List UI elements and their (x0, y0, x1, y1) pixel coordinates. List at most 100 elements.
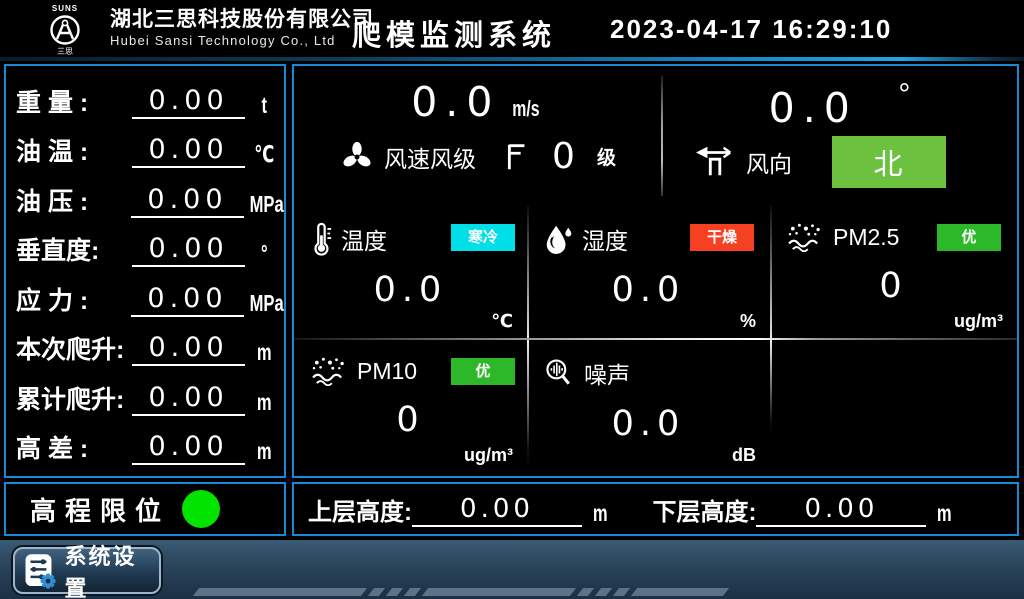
wind-direction-reading: 0.0 ° (662, 78, 1017, 132)
temperature-cell: 温度 寒冷 0.0 ℃ (294, 206, 527, 338)
sensor-label: 垂直度: (16, 231, 132, 267)
temperature-unit: ℃ (491, 311, 513, 332)
lower-height-label: 下层高度: (652, 492, 756, 527)
sensor-value: 0.00 (132, 134, 246, 168)
sensor-row: 重 量 : 0.00 t (6, 75, 284, 119)
lower-height-group: 下层高度: 0.00 m (652, 492, 954, 527)
humidity-value: 0.0 (527, 270, 770, 310)
sensor-unit: m (251, 389, 279, 416)
sensor-value: 0.00 (132, 332, 246, 366)
sensor-unit: ℃ (251, 141, 279, 168)
upper-height-group: 上层高度: 0.00 m (308, 492, 610, 527)
pm25-unit: ug/m³ (954, 311, 1003, 332)
droplet-icon (543, 223, 573, 255)
header-divider (0, 57, 1024, 61)
elevation-limit-label: 高程限位 (30, 491, 170, 528)
sensor-label: 本次爬升: (16, 330, 132, 366)
humidity-label: 湿度 (582, 222, 628, 256)
company-name-en: Hubei Sansi Technology Co., Ltd (110, 34, 374, 48)
sensor-label: 累计爬升: (16, 380, 132, 416)
elevation-limit-indicator (182, 490, 220, 528)
wind-direction-label: 风向 (746, 145, 792, 179)
wind-direction-unit: ° (898, 78, 910, 111)
dust-icon (310, 356, 348, 386)
sensor-unit: m (251, 339, 279, 366)
sensor-row: 垂直度: 0.00 ° (6, 223, 284, 267)
sensor-panel: 重 量 : 0.00 t 油 温 : 0.00 ℃ 油 压 : 0.00 MPa… (4, 64, 286, 478)
noise-value: 0.0 (527, 404, 770, 444)
dust-icon (786, 222, 824, 252)
sensor-label: 应 力 : (16, 281, 131, 317)
sensor-label: 高 差 : (16, 429, 132, 465)
gear-icon (41, 573, 56, 588)
grid-vertical-divider (770, 340, 772, 435)
wind-level-value: 0 (552, 136, 575, 177)
upper-height-value: 0.00 (412, 494, 582, 527)
taskbar-stripe-decoration (196, 588, 726, 596)
sensor-value: 0.00 (132, 233, 246, 267)
system-settings-button[interactable]: 系统设置 (13, 547, 161, 594)
sensor-value: 0.00 (132, 382, 246, 416)
pm10-value: 0 (294, 400, 527, 440)
humidity-status-badge: 干燥 (690, 224, 754, 251)
sensor-row: 本次爬升: 0.00 m (6, 322, 284, 366)
monitor-screen: SUNS 三思 湖北三思科技股份有限公司 Hubei Sansi Technol… (0, 0, 1024, 599)
elevation-limit-panel: 高程限位 (4, 482, 286, 536)
pm10-status-badge: 优 (451, 358, 515, 385)
sensor-value: 0.00 (131, 283, 244, 317)
company-name: 湖北三思科技股份有限公司 Hubei Sansi Technology Co.,… (110, 8, 374, 48)
pm10-cell: PM10 优 0 ug/m³ (294, 340, 527, 472)
wind-speed-unit: m/s (512, 96, 539, 122)
settings-sliders-icon (23, 551, 56, 591)
temperature-label: 温度 (341, 222, 387, 256)
sensor-value: 0.00 (132, 431, 246, 465)
sensor-label: 油 压 : (16, 182, 131, 218)
lower-height-value: 0.00 (756, 494, 926, 527)
sensor-value: 0.00 (132, 85, 246, 119)
system-settings-label: 系统设置 (64, 539, 159, 599)
wind-level-unit: 级 (597, 143, 616, 170)
sensor-label: 油 温 : (16, 132, 132, 168)
humidity-unit: % (740, 311, 756, 332)
pm25-status-badge: 优 (937, 224, 1001, 251)
company-name-cn: 湖北三思科技股份有限公司 (110, 8, 374, 31)
temperature-value: 0.0 (294, 270, 527, 310)
upper-height-unit: m (593, 500, 608, 527)
sensor-row: 油 压 : 0.00 MPa (6, 174, 284, 218)
pm25-value: 0 (770, 266, 1017, 306)
wind-compass-badge: 北 (832, 136, 946, 188)
sensor-row: 油 温 : 0.00 ℃ (6, 124, 284, 168)
sensor-unit: m (251, 438, 279, 465)
company-logo-icon: SUNS 三思 (26, 3, 104, 55)
humidity-cell: 湿度 干燥 0.0 % (527, 206, 770, 338)
noise-label: 噪声 (584, 356, 630, 390)
sensor-row: 高 差 : 0.00 m (6, 421, 284, 465)
page-title: 爬模监测系统 (352, 12, 556, 54)
sensor-label: 重 量 : (16, 83, 132, 119)
logo-suns-text: SUNS (52, 4, 78, 13)
wind-direction-section: 0.0 ° 风向 北 (662, 66, 1017, 204)
wind-direction-row: 风向 北 (662, 136, 1017, 188)
datetime-display: 2023-04-17 16:29:10 (610, 14, 892, 45)
wind-speed-label: 风速风级 (384, 140, 476, 174)
temperature-status-badge: 寒冷 (451, 224, 515, 251)
wind-direction-value: 0.0 (769, 84, 858, 132)
noise-header: 噪声 (543, 356, 770, 390)
sensor-row: 累计爬升: 0.00 m (6, 372, 284, 416)
wind-level-row: 风速风级 0 级 (294, 136, 662, 177)
thermometer-icon (310, 222, 332, 256)
pm10-unit: ug/m³ (464, 445, 513, 466)
noise-cell: 噪声 0.0 dB (527, 340, 770, 472)
lower-height-unit: m (937, 500, 952, 527)
sensor-unit: ° (251, 240, 279, 267)
noise-meter-icon (543, 357, 575, 389)
sensor-unit: MPa (250, 191, 279, 218)
main-panel: 0.0 m/s 风速风级 0 级 (292, 64, 1019, 478)
wind-speed-section: 0.0 m/s 风速风级 0 级 (294, 66, 662, 204)
pm25-label: PM2.5 (833, 224, 899, 251)
pm10-label: PM10 (357, 358, 417, 385)
wind-speed-reading: 0.0 m/s (294, 78, 662, 126)
sensor-unit: MPa (250, 290, 279, 317)
fan-icon (340, 140, 374, 174)
wind-level-icon (502, 141, 528, 173)
